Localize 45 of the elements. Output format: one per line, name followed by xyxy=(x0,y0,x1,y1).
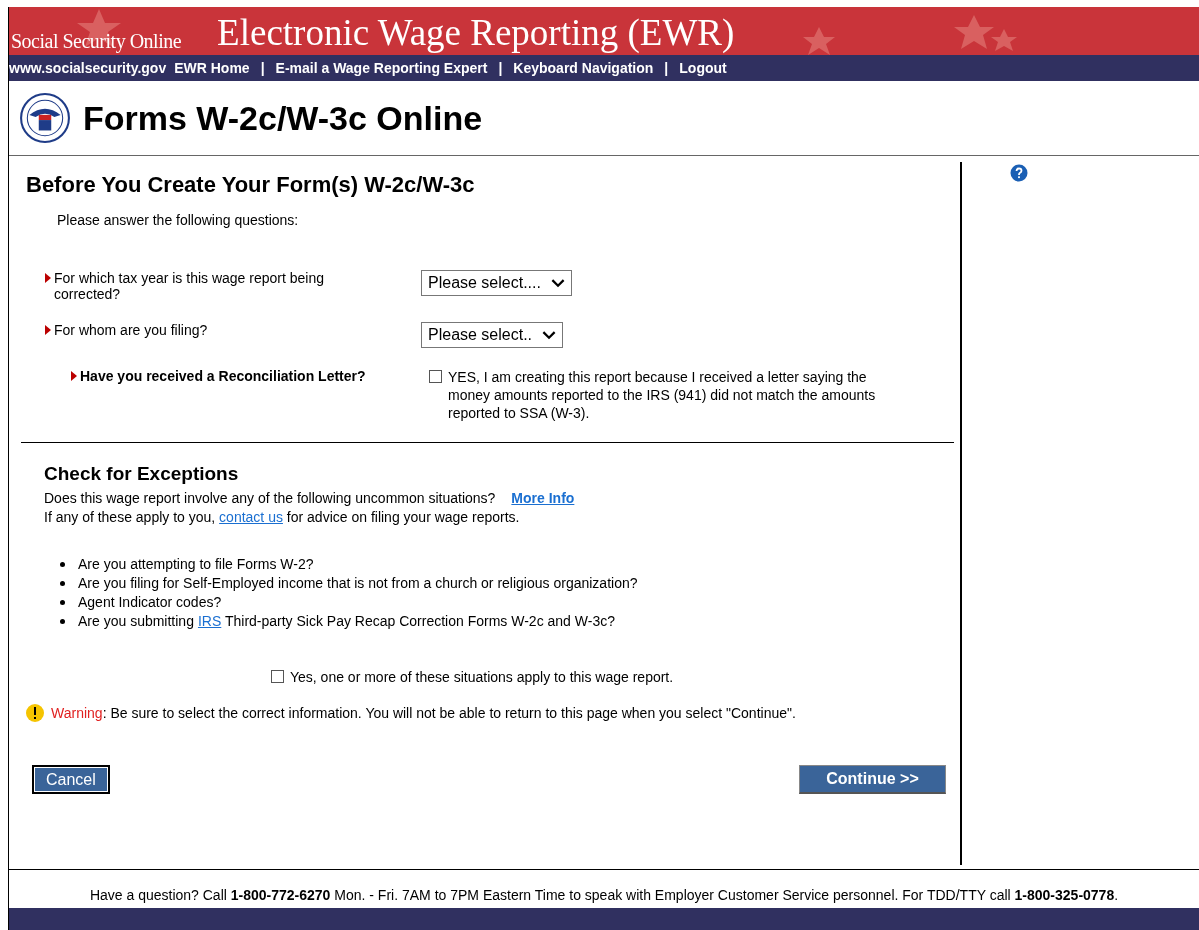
bullet-text: Are you attempting to file Forms W-2? xyxy=(78,555,314,574)
more-info-link[interactable]: More Info xyxy=(511,490,575,506)
triangle-icon xyxy=(45,325,51,335)
footer-text: Have a question? Call 1-800-772-6270 Mon. - Fri. 7AM to 7PM Eastern Time to speak with Employer Customer Service personnel. For TDD/TTY call 1-800-325-0778. xyxy=(89,886,1119,903)
banner-title: Electronic Wage Reporting (EWR) xyxy=(217,14,735,51)
checkbox-label: YES, I am creating this report because I received a letter saying the money amounts reported to the IRS (941) did not match the amounts reported to SSA (W-3). xyxy=(448,368,877,422)
checkbox[interactable] xyxy=(271,670,284,683)
nav-link[interactable]: EWR Home xyxy=(174,60,250,76)
question-label: For whom are you filing? xyxy=(54,322,209,338)
question-label: For which tax year is this wage report being corrected? xyxy=(54,270,325,302)
nav-separator: | xyxy=(664,60,669,76)
contact-link[interactable]: contact us xyxy=(219,509,283,525)
warning-text: Warning: Be sure to select the correct information. You will not be able to return to this page when you select "Continue". xyxy=(51,705,796,721)
irs-link[interactable]: IRS xyxy=(197,613,222,629)
checkbox[interactable] xyxy=(429,370,442,383)
warning-icon xyxy=(25,703,45,723)
help-icon[interactable] xyxy=(1010,164,1028,182)
contact-text: If any of these apply to you, contact us for advice on filing your wage reports. xyxy=(44,508,521,527)
site-name: Social Security Online xyxy=(11,30,182,53)
continue-button[interactable]: Continue >> xyxy=(799,765,946,794)
question-label: Have you received a Reconciliation Letter? xyxy=(80,368,367,384)
triangle-icon xyxy=(71,371,77,381)
nav-link[interactable]: E-mail a Wage Reporting Expert xyxy=(275,60,488,76)
year-select[interactable]: Please select.. xyxy=(421,322,564,348)
bullet-text: Are you filing for Self-Employed income that is not from a church or religious organization? xyxy=(78,574,638,593)
nav-separator: | xyxy=(260,60,265,76)
bullet-text: Agent Indicator codes? xyxy=(78,593,222,612)
chevron-icon xyxy=(542,330,557,340)
nav-separator: | xyxy=(498,60,503,76)
star-icon xyxy=(803,27,835,55)
app-title: Forms W-2c/W-3c Online xyxy=(83,98,483,138)
page-heading: Before You Create Your Form(s) W-2c/W-3c xyxy=(26,172,476,198)
nav-link[interactable]: Keyboard Navigation xyxy=(513,60,654,76)
home-link[interactable]: www.socialsecurity.gov xyxy=(9,60,167,76)
cancel-button[interactable]: Cancel xyxy=(32,765,110,794)
bullet-text: Are you submitting IRS Third-party Sick Pay Recap Correction Forms W-2c and W-3c? xyxy=(78,612,615,631)
seal-icon xyxy=(19,92,71,144)
year-select[interactable]: Please select.... xyxy=(421,270,572,296)
intro-text: Please answer the following questions: xyxy=(57,212,300,228)
nav-link[interactable]: Logout xyxy=(679,60,727,76)
checkbox-label: Yes, one or more of these situations apply to this wage report. xyxy=(290,669,674,685)
section-heading: Check for Exceptions xyxy=(44,463,240,485)
chevron-icon xyxy=(550,278,565,288)
triangle-icon xyxy=(45,273,51,283)
exceptions-question: Does this wage report involve any of the following uncommon situations? xyxy=(44,490,496,506)
